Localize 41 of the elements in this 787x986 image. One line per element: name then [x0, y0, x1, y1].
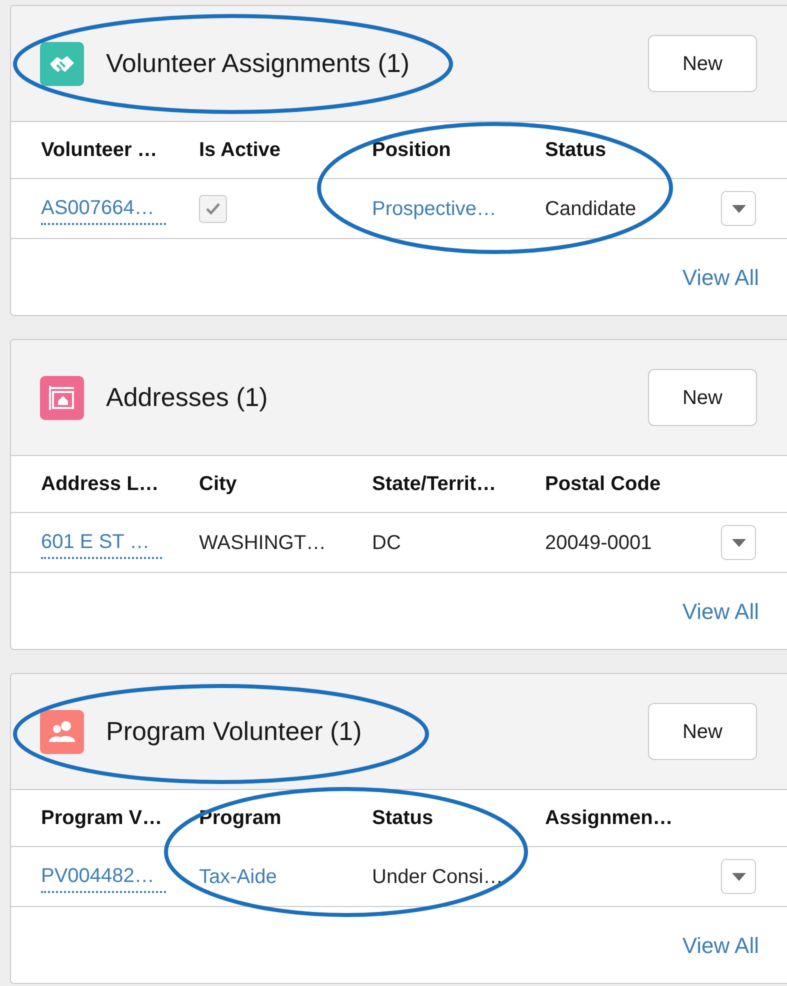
- column-header: Program: [199, 806, 282, 831]
- row-actions-button[interactable]: [721, 525, 756, 560]
- new-button[interactable]: New: [648, 35, 757, 92]
- row-actions-button[interactable]: [721, 859, 756, 894]
- column-header: Address L…: [41, 472, 160, 497]
- check-icon: [205, 202, 221, 216]
- caret-icon: [732, 538, 746, 546]
- column-header: Status: [545, 138, 608, 163]
- row-actions-button[interactable]: [721, 191, 756, 226]
- caret-icon: [732, 204, 746, 212]
- card-title: Addresses (1): [106, 381, 268, 414]
- card-title: Program Volunteer (1): [106, 715, 362, 748]
- new-button[interactable]: New: [648, 369, 757, 426]
- people-icon: [40, 710, 84, 754]
- new-button[interactable]: New: [648, 703, 757, 760]
- caret-icon: [732, 872, 746, 880]
- column-header: Program V…: [41, 806, 164, 831]
- column-header: City: [199, 472, 238, 497]
- table-cell-text: DC: [372, 530, 401, 556]
- view-all-link[interactable]: View All: [682, 594, 759, 628]
- column-header: Position: [372, 138, 452, 163]
- column-header: State/Territ…: [372, 472, 498, 497]
- table-cell-text: 20049-0001: [545, 530, 652, 556]
- handshake-icon: [40, 42, 84, 86]
- column-header: Assignmen…: [545, 806, 674, 831]
- card-title: Volunteer Assignments (1): [106, 47, 410, 80]
- record-link[interactable]: Prospective…: [372, 194, 496, 224]
- record-link[interactable]: PV004482…: [41, 860, 166, 892]
- column-header: Status: [372, 806, 434, 831]
- record-link[interactable]: Tax-Aide: [199, 862, 277, 892]
- view-all-link[interactable]: View All: [682, 260, 759, 294]
- view-all-link[interactable]: View All: [682, 928, 759, 962]
- column-header: Volunteer …: [41, 138, 158, 163]
- table-cell-text: Under Consi…: [372, 864, 504, 890]
- column-header: Is Active: [199, 138, 282, 163]
- column-header: Postal Code: [545, 472, 662, 497]
- table-cell-text: Candidate: [545, 196, 636, 222]
- record-link[interactable]: AS007664…: [41, 192, 166, 224]
- record-link[interactable]: 601 E ST …: [41, 526, 162, 558]
- building-icon: [40, 376, 84, 420]
- table-cell-text: WASHINGT…: [199, 530, 326, 556]
